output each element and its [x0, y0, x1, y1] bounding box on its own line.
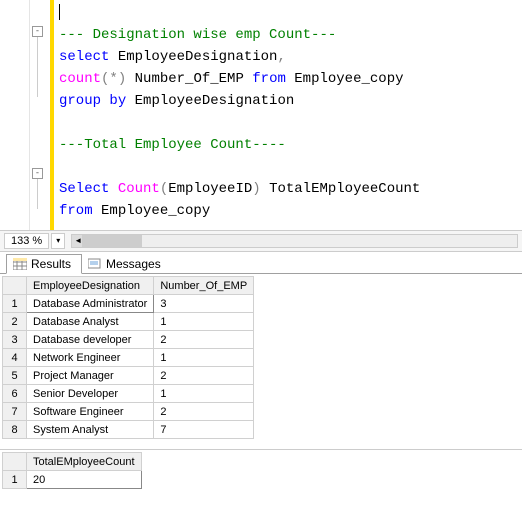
results-grid-1-container: EmployeeDesignation Number_Of_EMP 1Datab…: [0, 274, 522, 450]
col: EmployeeDesignation: [126, 93, 294, 109]
zoom-value[interactable]: 133 %: [4, 233, 49, 249]
cell[interactable]: Database Analyst: [27, 313, 154, 331]
cell[interactable]: Database developer: [27, 331, 154, 349]
row-header[interactable]: 2: [3, 313, 27, 331]
results-grid-2[interactable]: TotalEMployeeCount 120: [2, 452, 142, 489]
horizontal-scrollbar[interactable]: ◄: [71, 234, 518, 248]
col: EmployeeDesignation: [109, 49, 277, 65]
paren: ): [252, 181, 260, 197]
zoom-bar: 133 % ▾ ◄: [0, 230, 522, 252]
results-grid-2-container: TotalEMployeeCount 120: [0, 450, 522, 495]
row-header[interactable]: 1: [3, 471, 27, 489]
row-header[interactable]: 6: [3, 385, 27, 403]
table-row[interactable]: 6Senior Developer1: [3, 385, 254, 403]
tab-messages[interactable]: Messages: [82, 255, 171, 273]
table-row[interactable]: 4Network Engineer1: [3, 349, 254, 367]
sql-editor[interactable]: - - --- Designation wise emp Count--- se…: [0, 0, 522, 230]
cell[interactable]: 2: [154, 367, 254, 385]
grid-header-row: EmployeeDesignation Number_Of_EMP: [3, 277, 254, 295]
results-grid-1[interactable]: EmployeeDesignation Number_Of_EMP 1Datab…: [2, 276, 254, 439]
editor-ruler: [0, 0, 30, 230]
row-header[interactable]: 7: [3, 403, 27, 421]
cell[interactable]: Senior Developer: [27, 385, 154, 403]
row-header[interactable]: 3: [3, 331, 27, 349]
collapse-toggle-1[interactable]: -: [32, 26, 43, 37]
results-tabs: Results Messages: [0, 252, 522, 274]
code-text[interactable]: --- Designation wise emp Count--- select…: [54, 0, 522, 230]
table: Employee_copy: [286, 71, 404, 87]
outline-line-1: [37, 37, 38, 97]
cell[interactable]: Project Manager: [27, 367, 154, 385]
grid-corner[interactable]: [3, 277, 27, 295]
collapse-toggle-2[interactable]: -: [32, 168, 43, 179]
col-header[interactable]: TotalEMployeeCount: [27, 453, 142, 471]
kw-group: group: [59, 93, 101, 109]
kw-select: Select: [59, 181, 109, 197]
table-row[interactable]: 2Database Analyst1: [3, 313, 254, 331]
cell[interactable]: 1: [154, 385, 254, 403]
comma: ,: [277, 49, 285, 65]
scroll-thumb[interactable]: [82, 235, 142, 247]
zoom-dropdown[interactable]: ▾: [51, 233, 65, 249]
cell[interactable]: 1: [154, 349, 254, 367]
col-header[interactable]: Number_Of_EMP: [154, 277, 254, 295]
cell[interactable]: 1: [154, 313, 254, 331]
kw-by: by: [109, 93, 126, 109]
table-row[interactable]: 7Software Engineer2: [3, 403, 254, 421]
paren: (: [160, 181, 168, 197]
kw-select: select: [59, 49, 109, 65]
cell[interactable]: 3: [154, 295, 254, 313]
grid-icon: [13, 258, 27, 270]
outline-column: - -: [30, 0, 50, 230]
row-header[interactable]: 1: [3, 295, 27, 313]
kw-from: from: [59, 203, 93, 219]
comment: ---Total Employee Count----: [59, 137, 286, 153]
cell[interactable]: Software Engineer: [27, 403, 154, 421]
cell[interactable]: 7: [154, 421, 254, 439]
paren: ): [118, 71, 126, 87]
kw-count: Count: [118, 181, 160, 197]
table-row[interactable]: 5Project Manager2: [3, 367, 254, 385]
kw-count: count: [59, 71, 101, 87]
table-row[interactable]: 3Database developer2: [3, 331, 254, 349]
cell[interactable]: Network Engineer: [27, 349, 154, 367]
table-row[interactable]: 120: [3, 471, 142, 489]
tab-results[interactable]: Results: [6, 254, 82, 274]
kw-from: from: [252, 71, 286, 87]
cell[interactable]: 2: [154, 403, 254, 421]
alias: Number_Of_EMP: [126, 71, 252, 87]
grid-header-row: TotalEMployeeCount: [3, 453, 142, 471]
alias: TotalEMployeeCount: [261, 181, 421, 197]
cell[interactable]: Database Administrator: [27, 295, 154, 313]
cell[interactable]: 20: [27, 471, 142, 489]
col: EmployeeID: [168, 181, 252, 197]
cell[interactable]: 2: [154, 331, 254, 349]
outline-line-2: [37, 179, 38, 209]
cell[interactable]: System Analyst: [27, 421, 154, 439]
row-header[interactable]: 8: [3, 421, 27, 439]
row-header[interactable]: 5: [3, 367, 27, 385]
tab-results-label: Results: [31, 257, 71, 271]
comment: --- Designation wise emp Count---: [59, 27, 336, 43]
grid-corner[interactable]: [3, 453, 27, 471]
star: *: [109, 71, 117, 87]
messages-icon: [88, 258, 102, 270]
table-row[interactable]: 8System Analyst7: [3, 421, 254, 439]
tab-messages-label: Messages: [106, 257, 161, 271]
col-header[interactable]: EmployeeDesignation: [27, 277, 154, 295]
table: Employee_copy: [93, 203, 211, 219]
table-row[interactable]: 1Database Administrator3: [3, 295, 254, 313]
row-header[interactable]: 4: [3, 349, 27, 367]
